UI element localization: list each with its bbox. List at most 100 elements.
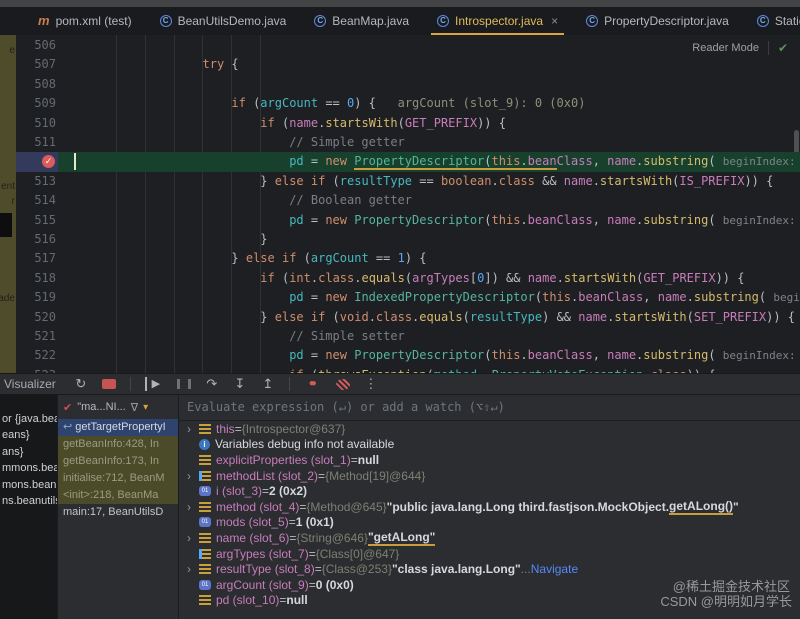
pause-icon[interactable] xyxy=(177,379,191,389)
step-into-icon[interactable]: ↧ xyxy=(233,377,247,391)
variable-row-resulttype[interactable]: ›resultType (slot_8) = {Class@253} "clas… xyxy=(179,561,800,577)
tab-label: BeanUtilsDemo.java xyxy=(178,14,287,28)
evaluate-expression-input[interactable]: Evaluate expression (↵) or add a watch (… xyxy=(179,395,800,421)
step-over-icon[interactable]: ↷ xyxy=(205,377,219,391)
strip-box xyxy=(0,213,12,237)
variable-row-variables[interactable]: iVariables debug info not available xyxy=(179,437,800,453)
code-line-521[interactable]: // Simple setter xyxy=(58,327,800,346)
frames-panel: ✔ "ma...NI... ∇ ▾ ↩getTargetPropertyIget… xyxy=(57,395,178,619)
code-line-522[interactable]: pd = new PropertyDescriptor(this.beanCla… xyxy=(58,346,800,365)
tab-beanutilsdemo-java[interactable]: CBeanUtilsDemo.java xyxy=(148,7,299,35)
line-number-514[interactable]: 514 xyxy=(16,191,56,210)
more-icon[interactable]: ⋮ xyxy=(364,377,378,391)
variable-row-this[interactable]: ›this = {Introspector@637} xyxy=(179,421,800,437)
thread-selector[interactable]: ✔ "ma...NI... ∇ ▾ xyxy=(58,395,178,419)
field-icon xyxy=(199,564,211,574)
line-number-509[interactable]: 509 xyxy=(16,94,56,113)
code-line-507[interactable]: try { xyxy=(58,55,800,74)
expand-chevron-icon[interactable]: › xyxy=(187,532,199,544)
line-number-518[interactable]: 518 xyxy=(16,269,56,288)
line-number-507[interactable]: 507 xyxy=(16,55,56,74)
code-line-516[interactable]: } xyxy=(58,230,800,249)
background-popup: or {java.beanseans}ans}mmons.beanumons.b… xyxy=(0,395,57,619)
resume-icon[interactable]: ▶ xyxy=(145,377,163,391)
rerun-debug-icon[interactable]: ↻ xyxy=(74,377,88,391)
code-line-515[interactable]: pd = new PropertyDescriptor(this.beanCla… xyxy=(58,211,800,230)
line-number-511[interactable]: 511 xyxy=(16,133,56,152)
strip-text-fragment: e xyxy=(9,45,15,56)
tab-label: pom.xml (test) xyxy=(56,14,132,28)
code-line-520[interactable]: } else if (void.class.equals(resultType)… xyxy=(58,308,800,327)
strip-text-fragment: r xyxy=(12,196,15,207)
code-line-506[interactable] xyxy=(58,36,800,55)
expand-chevron-icon[interactable]: › xyxy=(187,501,199,513)
line-number-520[interactable]: 520 xyxy=(16,308,56,327)
line-number-516[interactable]: 516 xyxy=(16,230,56,249)
line-number-517[interactable]: 517 xyxy=(16,249,56,268)
line-number-513[interactable]: 513 xyxy=(16,172,56,191)
window-titlebar xyxy=(0,0,800,7)
mute-breakpoints-icon[interactable] xyxy=(336,379,350,390)
code-line-523[interactable]: if (throwsException(method, PropertyVeto… xyxy=(58,366,800,373)
variable-row-methodlist[interactable]: ›methodList (slot_2) = {Method[19]@644} xyxy=(179,468,800,484)
stop-icon[interactable] xyxy=(102,379,116,389)
chevron-down-icon[interactable]: ▾ xyxy=(143,402,148,413)
variable-row-name[interactable]: ›name (slot_6) = {String@646} "getALong" xyxy=(179,530,800,546)
line-number-519[interactable]: 519 xyxy=(16,288,56,307)
tab-propertydescriptor-java[interactable]: CPropertyDescriptor.java xyxy=(574,7,741,35)
variable-row-argtypes[interactable]: argTypes (slot_7) = {Class[0]@647} xyxy=(179,546,800,562)
line-number-523[interactable]: 523 xyxy=(16,366,56,373)
step-out-icon[interactable]: ↥ xyxy=(261,377,275,391)
code-line-509[interactable]: if (argCount == 0) { argCount (slot_9): … xyxy=(58,94,800,113)
code-line-514[interactable]: // Boolean getter xyxy=(58,191,800,210)
tab-staticutilstest-java[interactable]: CStaticUtilsTest.java xyxy=(745,7,800,35)
variable-row-i[interactable]: 01i (slot_3) = 2 (0x2) xyxy=(179,483,800,499)
prim-icon: 01 xyxy=(199,517,211,527)
code-line-508[interactable] xyxy=(58,75,800,94)
expand-chevron-icon[interactable]: › xyxy=(187,423,199,435)
code-line-517[interactable]: } else if (argCount == 1) { xyxy=(58,249,800,268)
view-breakpoints-icon[interactable]: ●● xyxy=(304,377,322,391)
tab-beanmap-java[interactable]: CBeanMap.java xyxy=(302,7,421,35)
tab-introspector-java[interactable]: CIntrospector.java× xyxy=(425,7,570,35)
line-number-508[interactable]: 508 xyxy=(16,75,56,94)
frame-label: initialise:712, BeanM xyxy=(63,470,165,487)
frame-label: getBeanInfo:173, In xyxy=(63,453,159,470)
info-icon: i xyxy=(199,439,210,450)
field-icon xyxy=(199,595,211,605)
line-number-521[interactable]: 521 xyxy=(16,327,56,346)
variable-row-mods[interactable]: 01mods (slot_5) = 1 (0x1) xyxy=(179,515,800,531)
stack-frame-getbeaninfo[interactable]: getBeanInfo:428, In xyxy=(58,436,178,453)
thread-label: "ma...NI... xyxy=(77,401,126,413)
popup-text-fragment: ans} xyxy=(2,446,23,458)
variable-row-explicitproperties[interactable]: explicitProperties (slot_1) = null xyxy=(179,452,800,468)
text-caret xyxy=(74,153,76,170)
code-line-510[interactable]: if (name.startsWith(GET_PREFIX)) { xyxy=(58,114,800,133)
stack-frame--init-[interactable]: <init>:218, BeanMa xyxy=(58,487,178,504)
stack-frame-initialise[interactable]: initialise:712, BeanM xyxy=(58,470,178,487)
tab-pom-xml-test-[interactable]: mpom.xml (test) xyxy=(26,7,144,35)
line-number-515[interactable]: 515 xyxy=(16,211,56,230)
tab-label: StaticUtilsTest.java xyxy=(775,14,800,28)
class-file-icon: C xyxy=(314,15,326,27)
stack-frame-main[interactable]: main:17, BeanUtilsD xyxy=(58,504,178,521)
code-line-512[interactable]: pd = new PropertyDescriptor(this.beanCla… xyxy=(58,152,800,171)
prim-icon: 01 xyxy=(199,580,211,590)
stack-frame-getbeaninfo[interactable]: getBeanInfo:173, In xyxy=(58,453,178,470)
line-number-510[interactable]: 510 xyxy=(16,114,56,133)
code-line-513[interactable]: } else if (resultType == boolean.class &… xyxy=(58,172,800,191)
code-line-519[interactable]: pd = new IndexedPropertyDescriptor(this.… xyxy=(58,288,800,307)
code-editor[interactable]: eentrade Reader Mode ✔ 506507 try {50850… xyxy=(0,35,800,373)
stack-frame-gettargetpropertyi[interactable]: ↩getTargetPropertyI xyxy=(58,419,178,436)
variable-row-method[interactable]: ›method (slot_4) = {Method@645} "public … xyxy=(179,499,800,515)
strip-text-fragment: ade xyxy=(0,293,15,304)
line-number-506[interactable]: 506 xyxy=(16,36,56,55)
line-number-522[interactable]: 522 xyxy=(16,346,56,365)
thread-check-icon: ✔ xyxy=(63,401,72,414)
close-icon[interactable]: × xyxy=(551,14,558,28)
expand-chevron-icon[interactable]: › xyxy=(187,470,199,482)
expand-chevron-icon[interactable]: › xyxy=(187,563,199,575)
code-line-511[interactable]: // Simple getter xyxy=(58,133,800,152)
filter-funnel-icon[interactable]: ∇ xyxy=(131,401,138,414)
code-line-518[interactable]: if (int.class.equals(argTypes[0]) && nam… xyxy=(58,269,800,288)
